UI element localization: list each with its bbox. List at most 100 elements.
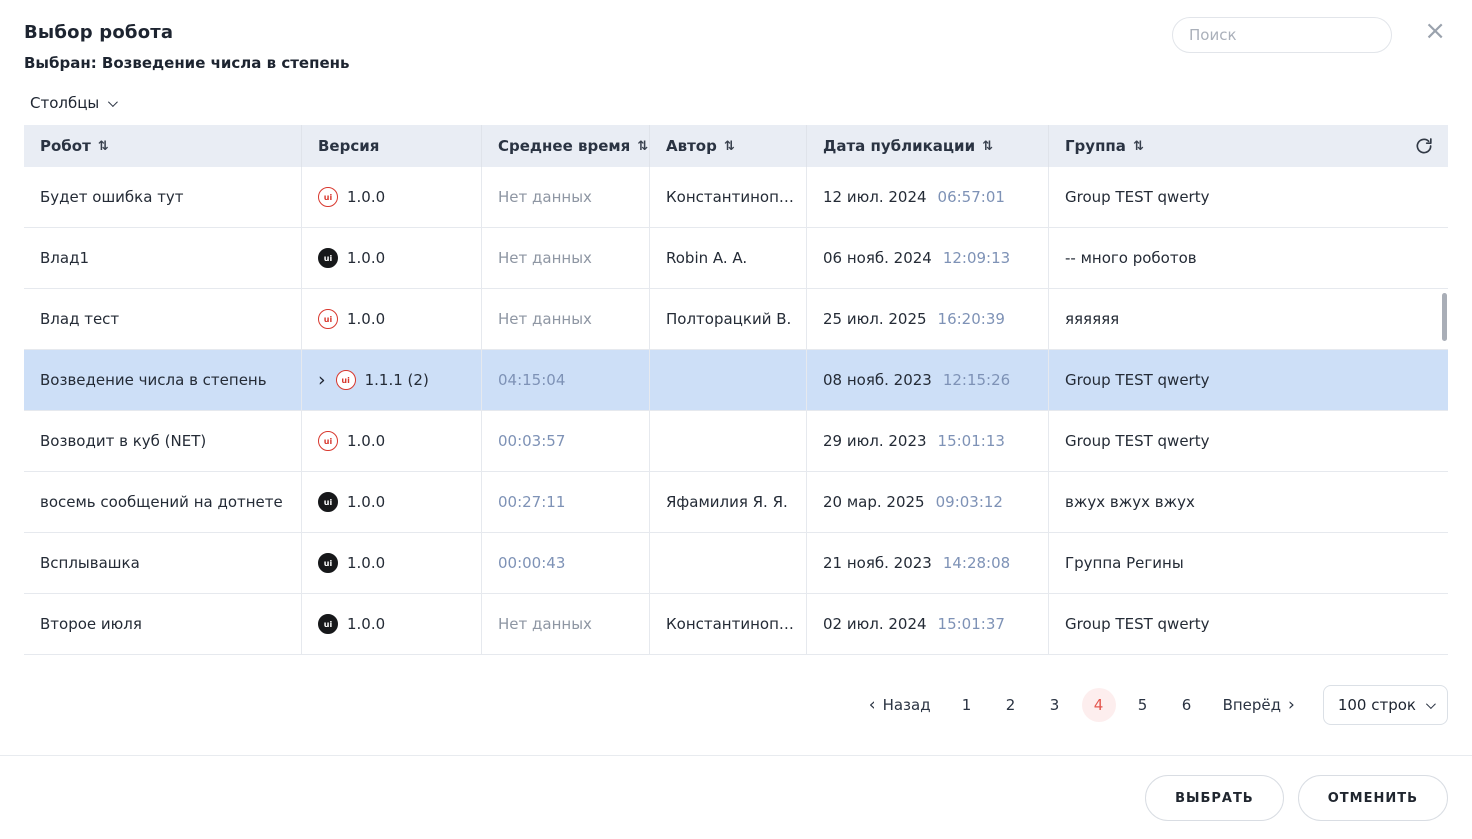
robot-type-icon: ui xyxy=(318,614,338,634)
robot-version-label: 1.0.0 xyxy=(347,432,385,450)
robot-type-icon: ui xyxy=(336,370,356,390)
robot-type-icon: ui xyxy=(318,553,338,573)
publication-date: 25 июл. 2025 xyxy=(823,310,927,328)
author-cell: Robin A. A. xyxy=(650,228,807,288)
page-button-5[interactable]: 5 xyxy=(1126,688,1160,722)
robot-type-icon: ui xyxy=(318,492,338,512)
pagination: ‹ Назад 123456 Вперёд › 100 строк xyxy=(0,685,1448,725)
sort-icon[interactable]: ⇅ xyxy=(982,139,993,154)
author-cell: Полторацкий В. xyxy=(650,289,807,349)
table-row[interactable]: Влад тест ui 1.0.0 Нет данных Полторацки… xyxy=(24,289,1448,350)
column-header-label: Автор xyxy=(666,137,717,155)
author-cell xyxy=(650,350,807,410)
table-body: Будет ошибка тут ui 1.0.0 Нет данных Кон… xyxy=(24,167,1448,655)
publication-time: 06:57:01 xyxy=(938,188,1005,206)
column-header[interactable]: Автор ⇅ xyxy=(650,125,807,167)
page-button-3[interactable]: 3 xyxy=(1038,688,1072,722)
column-header[interactable]: Среднее время ⇅ xyxy=(482,125,650,167)
robot-version-label: 1.0.0 xyxy=(347,310,385,328)
modal-footer: ВЫБРАТЬ ОТМЕНИТЬ xyxy=(0,756,1472,821)
robot-version-label: 1.0.0 xyxy=(347,493,385,511)
average-time-cell: 00:27:11 xyxy=(482,472,650,532)
pagination-back-label: Назад xyxy=(883,696,931,714)
expand-chevron-icon[interactable]: › xyxy=(318,371,326,390)
column-header[interactable]: Робот ⇅ xyxy=(24,125,302,167)
publication-time: 15:01:13 xyxy=(938,432,1005,450)
robot-version-label: 1.0.0 xyxy=(347,249,385,267)
table-row[interactable]: Второе июля ui 1.0.0 Нет данных Констант… xyxy=(24,594,1448,655)
columns-button[interactable]: Столбцы xyxy=(30,94,115,112)
publication-date-cell: 12 июл. 2024 06:57:01 xyxy=(807,167,1049,227)
close-icon[interactable]: × xyxy=(1424,18,1446,44)
group-cell: Group TEST qwerty xyxy=(1049,167,1448,227)
robot-type-icon: ui xyxy=(318,248,338,268)
average-time-cell: Нет данных xyxy=(482,228,650,288)
pagination-forward-button[interactable]: Вперёд › xyxy=(1223,695,1295,715)
chevron-down-icon xyxy=(1426,699,1436,709)
robot-version-cell: ui 1.0.0 xyxy=(302,167,482,227)
robot-version-label: 1.0.0 xyxy=(347,615,385,633)
cancel-button[interactable]: ОТМЕНИТЬ xyxy=(1298,775,1448,821)
robot-type-icon: ui xyxy=(318,431,338,451)
sort-icon[interactable]: ⇅ xyxy=(724,139,735,154)
publication-date: 02 июл. 2024 xyxy=(823,615,927,633)
sort-icon[interactable]: ⇅ xyxy=(637,139,648,154)
sort-icon[interactable]: ⇅ xyxy=(98,139,109,154)
publication-date-cell: 20 мар. 2025 09:03:12 xyxy=(807,472,1049,532)
publication-date: 29 июл. 2023 xyxy=(823,432,927,450)
average-time-cell: 00:03:57 xyxy=(482,411,650,471)
column-header[interactable]: Дата публикации ⇅ xyxy=(807,125,1049,167)
column-header[interactable]: Версия xyxy=(302,125,482,167)
group-cell: Group TEST qwerty xyxy=(1049,594,1448,654)
page-button-6[interactable]: 6 xyxy=(1170,688,1204,722)
table-row[interactable]: Влад1 ui 1.0.0 Нет данных Robin A. A. 06… xyxy=(24,228,1448,289)
robot-version-cell: ui 1.0.0 xyxy=(302,533,482,593)
publication-date-cell: 06 нояб. 2024 12:09:13 xyxy=(807,228,1049,288)
sort-icon[interactable]: ⇅ xyxy=(1133,139,1144,154)
table-row[interactable]: Всплывашка ui 1.0.0 00:00:43 21 нояб. 20… xyxy=(24,533,1448,594)
select-button[interactable]: ВЫБРАТЬ xyxy=(1145,775,1284,821)
publication-date-cell: 21 нояб. 2023 14:28:08 xyxy=(807,533,1049,593)
robot-name-cell: восемь сообщений на дотнете xyxy=(24,472,302,532)
table-row[interactable]: Возведение числа в степень › ui 1.1.1 (2… xyxy=(24,350,1448,411)
column-header[interactable]: Группа ⇅ xyxy=(1049,125,1448,167)
robot-version-cell: ui 1.0.0 xyxy=(302,472,482,532)
publication-time: 16:20:39 xyxy=(938,310,1005,328)
refresh-icon[interactable] xyxy=(1414,136,1434,156)
publication-date: 08 нояб. 2023 xyxy=(823,371,932,389)
group-cell: яяяяяя xyxy=(1049,289,1448,349)
pagination-back-button[interactable]: ‹ Назад xyxy=(869,695,931,715)
average-time-cell: Нет данных xyxy=(482,167,650,227)
table-row[interactable]: восемь сообщений на дотнете ui 1.0.0 00:… xyxy=(24,472,1448,533)
column-header-label: Робот xyxy=(40,137,91,155)
table-row[interactable]: Будет ошибка тут ui 1.0.0 Нет данных Кон… xyxy=(24,167,1448,228)
search-input[interactable] xyxy=(1189,26,1383,44)
robot-name-cell: Возводит в куб (NET) xyxy=(24,411,302,471)
page-button-4[interactable]: 4 xyxy=(1082,688,1116,722)
page-button-2[interactable]: 2 xyxy=(994,688,1028,722)
author-cell: Яфамилия Я. Я. xyxy=(650,472,807,532)
publication-date: 20 мар. 2025 xyxy=(823,493,925,511)
robot-version-label: 1.1.1 (2) xyxy=(365,371,429,389)
robots-table: Робот ⇅ Версия Среднее время ⇅ Автор ⇅ Д… xyxy=(24,125,1448,655)
chevron-left-icon: ‹ xyxy=(869,695,876,715)
publication-time: 14:28:08 xyxy=(943,554,1010,572)
page-button-1[interactable]: 1 xyxy=(950,688,984,722)
group-cell: Group TEST qwerty xyxy=(1049,350,1448,410)
robot-name-cell: Влад тест xyxy=(24,289,302,349)
average-time-cell: 00:00:43 xyxy=(482,533,650,593)
chevron-down-icon xyxy=(108,97,118,107)
table-row[interactable]: Возводит в куб (NET) ui 1.0.0 00:03:57 2… xyxy=(24,411,1448,472)
column-header-label: Среднее время xyxy=(498,137,630,155)
average-time-cell: Нет данных xyxy=(482,594,650,654)
vertical-scrollbar[interactable] xyxy=(1442,293,1447,341)
robot-version-label: 1.0.0 xyxy=(347,554,385,572)
publication-date-cell: 25 июл. 2025 16:20:39 xyxy=(807,289,1049,349)
robot-version-cell: ui 1.0.0 xyxy=(302,594,482,654)
publication-date: 06 нояб. 2024 xyxy=(823,249,932,267)
robot-name-cell: Возведение числа в степень xyxy=(24,350,302,410)
column-header-label: Дата публикации xyxy=(823,137,975,155)
rows-per-page-select[interactable]: 100 строк xyxy=(1323,685,1448,725)
search-box[interactable] xyxy=(1172,17,1392,53)
robot-name-cell: Влад1 xyxy=(24,228,302,288)
